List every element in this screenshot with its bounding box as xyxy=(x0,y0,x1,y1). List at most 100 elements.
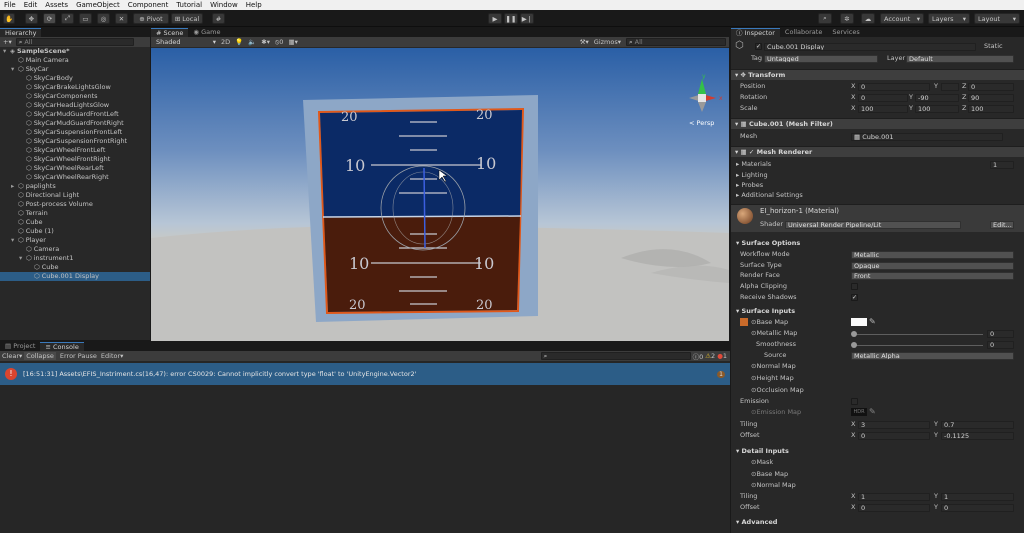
scene-search-input[interactable]: ⌕ All xyxy=(626,38,726,46)
transform-header[interactable]: ▾ ✥ Transform xyxy=(731,69,1024,80)
cloud-icon[interactable]: ☁ xyxy=(861,13,875,24)
grid-snap-icon[interactable]: # xyxy=(212,13,225,24)
hierarchy-item[interactable]: ⬡ Cube.001 Display xyxy=(0,272,150,281)
pause-button[interactable]: ❚❚ xyxy=(504,13,518,24)
hierarchy-item[interactable]: ⬡ SkyCarWheelRearRight xyxy=(0,173,150,182)
tab-hierarchy[interactable]: Hierarchy xyxy=(0,28,42,37)
static-label[interactable]: Static xyxy=(984,42,1003,51)
custom-tool-icon[interactable]: ✕ xyxy=(115,13,128,24)
offset-x-field[interactable]: 0 xyxy=(858,432,930,440)
hierarchy-item[interactable]: ▾ ⬡ Player xyxy=(0,236,150,245)
move-tool-icon[interactable]: ✥ xyxy=(25,13,38,24)
console-search-input[interactable]: ⌕ xyxy=(540,352,691,360)
smoothness-slider-track[interactable] xyxy=(855,345,983,346)
detail-offset-x-field[interactable]: 0 xyxy=(858,504,930,512)
layer-dropdown[interactable]: Default xyxy=(906,55,1014,63)
detail-tiling-y-field[interactable]: 1 xyxy=(941,493,1014,501)
persp-label[interactable]: < Persp xyxy=(689,119,714,127)
hierarchy-item[interactable]: ⬡ Cube xyxy=(0,218,150,227)
hierarchy-item[interactable]: ▾ ⬡ SkyCar xyxy=(0,65,150,74)
scene-viewport[interactable]: 20 20 10 10 10 10 20 20 y x < Persp xyxy=(151,48,729,341)
rotation-y-field[interactable]: -90 xyxy=(915,94,959,102)
materials-count[interactable]: 1 xyxy=(990,161,1014,169)
hierarchy-item[interactable]: ⬡ Camera xyxy=(0,245,150,254)
error-pause-button[interactable]: Error Pause xyxy=(58,352,99,360)
tag-dropdown[interactable]: Untagged xyxy=(764,55,878,63)
gizmos-dropdown[interactable]: Gizmos▾ xyxy=(594,38,621,46)
foldout-arrow-icon[interactable]: ▾ xyxy=(3,47,10,56)
metallic-value-field[interactable]: 0 xyxy=(987,330,1014,338)
hierarchy-item[interactable]: ▸ ⬡ paplights xyxy=(0,182,150,191)
tab-inspector[interactable]: ⓘ Inspector xyxy=(731,28,780,37)
surface-options-foldout[interactable]: ▾ Surface Options xyxy=(736,239,800,248)
scale-x-field[interactable]: 100 xyxy=(858,105,908,113)
warning-count[interactable]: ⚠2 xyxy=(705,352,715,360)
search-icon[interactable]: ⌕ xyxy=(818,13,832,24)
account-dropdown[interactable]: Account ▾ xyxy=(880,13,924,24)
emission-color-swatch[interactable]: HDR xyxy=(851,408,867,416)
hierarchy-item[interactable]: ⬡ SkyCarWheelRearLeft xyxy=(0,164,150,173)
shading-dropdown[interactable]: Shaded ▾ xyxy=(154,38,216,46)
local-toggle[interactable]: ⊞ Local xyxy=(171,13,203,24)
tab-collaborate[interactable]: Collaborate xyxy=(779,28,828,37)
hierarchy-item[interactable]: ⬡ Main Camera xyxy=(0,56,150,65)
shader-dropdown[interactable]: Universal Render Pipeline/Lit xyxy=(785,221,961,229)
hierarchy-item[interactable]: ⬡ SkyCarMudGuardFrontLeft xyxy=(0,110,150,119)
hierarchy-item[interactable]: ⬡ Cube (1) xyxy=(0,227,150,236)
console-error-row[interactable]: ! [16:51:31] Assets\EFIS_Instriment.cs(1… xyxy=(0,363,730,385)
hierarchy-item[interactable]: ⬡ SkyCarBody xyxy=(0,74,150,83)
pivot-toggle[interactable]: ⊕ Pivot xyxy=(133,13,169,24)
hierarchy-item[interactable]: ⬡ Post-process Volume xyxy=(0,200,150,209)
2d-toggle[interactable]: 2D xyxy=(221,38,230,46)
foldout-arrow-icon[interactable]: ▾ xyxy=(19,254,26,263)
rect-tool-icon[interactable]: ▭ xyxy=(79,13,92,24)
hierarchy-item[interactable]: ⬡ SkyCarMudGuardFrontRight xyxy=(0,119,150,128)
scale-z-field[interactable]: 100 xyxy=(968,105,1014,113)
hierarchy-item[interactable]: ▾ ⬡ instrument1 xyxy=(0,254,150,263)
metallic-slider-handle[interactable] xyxy=(851,331,857,337)
gizmo-axis-x[interactable]: x xyxy=(719,95,723,102)
menu-component[interactable]: Component xyxy=(128,1,169,9)
gizmo-axis-y[interactable]: y xyxy=(702,73,706,80)
detail-inputs-foldout[interactable]: ▾ Detail Inputs xyxy=(736,447,789,456)
audio-icon[interactable]: 🔈 xyxy=(248,38,256,46)
hierarchy-item[interactable]: ⬡ Cube xyxy=(0,263,150,272)
mesh-field[interactable]: ▦ Cube.001 xyxy=(851,133,1003,141)
hierarchy-item[interactable]: ⬡ SkyCarHeadLightsGlow xyxy=(0,101,150,110)
surface-type-dropdown[interactable]: Opaque xyxy=(851,262,1014,270)
foldout-arrow-icon[interactable]: ▾ xyxy=(11,65,18,74)
workflow-mode-dropdown[interactable]: Metallic xyxy=(851,251,1014,259)
rotation-z-field[interactable]: 90 xyxy=(968,94,1014,102)
advanced-foldout[interactable]: ▾ Advanced xyxy=(736,518,777,527)
eyedropper-icon[interactable]: ✎ xyxy=(869,317,876,326)
tab-project[interactable]: ▤ Project xyxy=(0,342,41,351)
transform-tool-icon[interactable]: ◎ xyxy=(97,13,110,24)
layout-dropdown[interactable]: Layout ▾ xyxy=(974,13,1020,24)
hierarchy-item[interactable]: ⬡ Terrain xyxy=(0,209,150,218)
surface-inputs-foldout[interactable]: ▾ Surface Inputs xyxy=(736,307,795,316)
info-count[interactable]: ⓘ0 xyxy=(693,351,704,361)
base-map-texture-icon[interactable] xyxy=(740,318,748,326)
source-dropdown[interactable]: Metallic Alpha xyxy=(851,352,1014,360)
rotation-x-field[interactable]: 0 xyxy=(858,94,908,102)
emission-checkbox[interactable] xyxy=(851,398,858,405)
layers-dropdown[interactable]: Layers ▾ xyxy=(928,13,970,24)
lighting-foldout[interactable]: ▸ Lighting xyxy=(736,171,768,180)
hand-tool-icon[interactable]: ✋ xyxy=(3,13,15,24)
fx-icon[interactable]: ✱▾ xyxy=(261,38,270,46)
hierarchy-item[interactable]: ⬡ SkyCarBrakeLightsGlow xyxy=(0,83,150,92)
error-count[interactable]: ●1 xyxy=(717,352,727,360)
hierarchy-item[interactable]: ⬡ SkyCarComponents xyxy=(0,92,150,101)
materials-foldout[interactable]: ▸ Materials xyxy=(736,160,771,169)
add-icon[interactable]: +▾ xyxy=(3,38,12,46)
grid-icon[interactable]: ▦▾ xyxy=(288,38,297,46)
alpha-clipping-checkbox[interactable] xyxy=(851,283,858,290)
shader-edit-button[interactable]: Edit... xyxy=(990,221,1014,229)
editor-dropdown[interactable]: Editor▾ xyxy=(101,352,124,360)
base-color-swatch[interactable] xyxy=(851,318,867,326)
position-x-field[interactable]: 0 xyxy=(858,83,930,91)
detail-offset-y-field[interactable]: 0 xyxy=(941,504,1014,512)
step-button[interactable]: ▶❘ xyxy=(520,13,534,24)
additional-settings-foldout[interactable]: ▸ Additional Settings xyxy=(736,191,803,200)
hierarchy-item[interactable]: ⬡ SkyCarWheelFrontLeft xyxy=(0,146,150,155)
